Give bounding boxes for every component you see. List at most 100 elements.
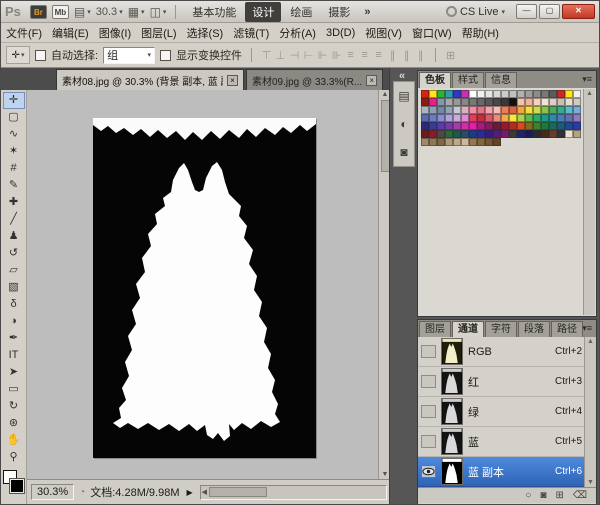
color-swatch[interactable] bbox=[461, 106, 469, 114]
color-swatch[interactable] bbox=[565, 90, 573, 98]
align-icon-8[interactable]: ≡ bbox=[373, 49, 384, 62]
color-swatch[interactable] bbox=[533, 114, 541, 122]
color-swatch[interactable] bbox=[501, 114, 509, 122]
shape-tool[interactable]: ▭ bbox=[3, 381, 25, 398]
menu-item-编辑(E)[interactable]: 编辑(E) bbox=[47, 23, 94, 43]
color-swatch[interactable] bbox=[525, 106, 533, 114]
move-tool[interactable]: ✛ bbox=[3, 92, 25, 109]
channel-row-蓝 副本[interactable]: 蓝 副本Ctrl+6 bbox=[418, 457, 596, 487]
color-swatch[interactable] bbox=[485, 122, 493, 130]
lasso-tool[interactable]: ∿ bbox=[3, 126, 25, 143]
spot-healing-brush-tool[interactable]: ✚ bbox=[3, 194, 25, 211]
color-swatch[interactable] bbox=[445, 122, 453, 130]
color-swatch[interactable] bbox=[493, 106, 501, 114]
color-swatch[interactable] bbox=[573, 122, 581, 130]
align-icon-3[interactable]: ⊢ bbox=[303, 49, 314, 62]
color-swatch[interactable] bbox=[437, 138, 445, 146]
panel-tab-色板[interactable]: 色板 bbox=[419, 72, 451, 88]
screen-mode-button[interactable]: ◫ ▾ bbox=[150, 6, 167, 18]
zoom-tool[interactable]: ⚲ bbox=[3, 449, 25, 466]
panel-tab-通道[interactable]: 通道 bbox=[452, 321, 484, 337]
color-swatch[interactable] bbox=[501, 106, 509, 114]
history-brush-tool[interactable]: ↺ bbox=[3, 245, 25, 262]
scroll-down-icon[interactable]: ▼ bbox=[382, 471, 389, 478]
color-swatch[interactable] bbox=[469, 90, 477, 98]
menu-item-分析(A)[interactable]: 分析(A) bbox=[274, 23, 321, 43]
color-swatch[interactable] bbox=[549, 114, 557, 122]
color-swatch[interactable] bbox=[541, 114, 549, 122]
channel-row-RGB[interactable]: RGBCtrl+2 bbox=[418, 337, 596, 367]
color-swatch[interactable] bbox=[485, 106, 493, 114]
color-swatch[interactable] bbox=[517, 98, 525, 106]
status-zoom-field[interactable]: 30.3% bbox=[31, 484, 74, 500]
color-swatch[interactable] bbox=[429, 106, 437, 114]
scroll-down-icon[interactable]: ▼ bbox=[587, 479, 594, 486]
auto-select-target-dropdown[interactable]: 组 ▾ bbox=[103, 47, 155, 64]
menu-item-3D(D)[interactable]: 3D(D) bbox=[321, 25, 360, 41]
align-icon-6[interactable]: ≡ bbox=[345, 49, 356, 62]
color-swatch[interactable] bbox=[421, 130, 429, 138]
color-swatch[interactable] bbox=[437, 114, 445, 122]
color-swatch[interactable] bbox=[557, 130, 565, 138]
panel-tab-信息[interactable]: 信息 bbox=[485, 72, 517, 88]
color-swatch[interactable] bbox=[437, 98, 445, 106]
masks-panel-button[interactable]: ◙ bbox=[400, 145, 407, 159]
color-swatch[interactable] bbox=[493, 114, 501, 122]
gradient-tool[interactable]: ▧ bbox=[3, 279, 25, 296]
color-swatch[interactable] bbox=[469, 114, 477, 122]
document-tab-2[interactable]: 素材09.jpg @ 33.3%(R...× bbox=[246, 69, 383, 90]
color-swatch[interactable] bbox=[477, 98, 485, 106]
color-swatch[interactable] bbox=[573, 98, 581, 106]
arrange-documents-button[interactable]: ▤ ▾ bbox=[74, 6, 91, 18]
pen-tool[interactable]: ✒ bbox=[3, 330, 25, 347]
channel-row-红[interactable]: 红Ctrl+3 bbox=[418, 367, 596, 397]
history-panel-button[interactable]: ▤ bbox=[398, 89, 409, 103]
color-swatch[interactable] bbox=[557, 106, 565, 114]
color-swatch[interactable] bbox=[493, 98, 501, 106]
color-swatch[interactable] bbox=[525, 90, 533, 98]
color-swatch[interactable] bbox=[469, 106, 477, 114]
workspace-overflow-button[interactable]: » bbox=[364, 6, 370, 18]
color-swatch[interactable] bbox=[501, 98, 509, 106]
color-swatch[interactable] bbox=[445, 138, 453, 146]
workspace-button-基本功能[interactable]: 基本功能 bbox=[185, 2, 243, 22]
load-channel-selection-button[interactable]: ○ bbox=[525, 490, 531, 501]
color-swatch[interactable] bbox=[445, 90, 453, 98]
color-swatch[interactable] bbox=[485, 98, 493, 106]
color-swatch[interactable] bbox=[557, 90, 565, 98]
color-swatch[interactable] bbox=[461, 114, 469, 122]
color-swatch[interactable] bbox=[565, 122, 573, 130]
color-swatch[interactable] bbox=[509, 130, 517, 138]
minimize-button[interactable]: — bbox=[516, 4, 537, 19]
color-swatch[interactable] bbox=[453, 122, 461, 130]
color-swatch[interactable] bbox=[469, 122, 477, 130]
color-swatch[interactable] bbox=[525, 98, 533, 106]
auto-align-layers-button[interactable]: ⊞ bbox=[445, 49, 456, 62]
color-swatch[interactable] bbox=[557, 114, 565, 122]
color-swatch[interactable] bbox=[421, 114, 429, 122]
color-swatch[interactable] bbox=[421, 90, 429, 98]
color-swatch[interactable] bbox=[453, 106, 461, 114]
color-swatch[interactable] bbox=[429, 138, 437, 146]
color-swatch[interactable] bbox=[517, 106, 525, 114]
color-swatch[interactable] bbox=[493, 138, 501, 146]
color-swatch[interactable] bbox=[557, 98, 565, 106]
background-color-chip[interactable] bbox=[10, 479, 24, 493]
color-swatch[interactable] bbox=[525, 122, 533, 130]
blur-tool[interactable]: δ bbox=[3, 296, 25, 313]
color-swatch[interactable] bbox=[533, 98, 541, 106]
zoom-level-dropdown[interactable]: 30.3 ▾ bbox=[96, 6, 123, 18]
color-swatch[interactable] bbox=[421, 106, 429, 114]
menu-item-帮助(H)[interactable]: 帮助(H) bbox=[457, 23, 504, 43]
3d-orbit-tool[interactable]: ⊛ bbox=[3, 415, 25, 432]
color-swatch[interactable] bbox=[453, 114, 461, 122]
color-swatch[interactable] bbox=[509, 122, 517, 130]
show-transform-controls-checkbox[interactable] bbox=[160, 50, 171, 61]
color-swatch[interactable] bbox=[501, 130, 509, 138]
color-swatch[interactable] bbox=[525, 114, 533, 122]
color-swatch[interactable] bbox=[477, 114, 485, 122]
color-swatch[interactable] bbox=[565, 114, 573, 122]
color-swatch[interactable] bbox=[485, 114, 493, 122]
panel-tab-路径[interactable]: 路径 bbox=[551, 321, 583, 337]
delete-channel-button[interactable]: ⌫ bbox=[573, 490, 587, 501]
